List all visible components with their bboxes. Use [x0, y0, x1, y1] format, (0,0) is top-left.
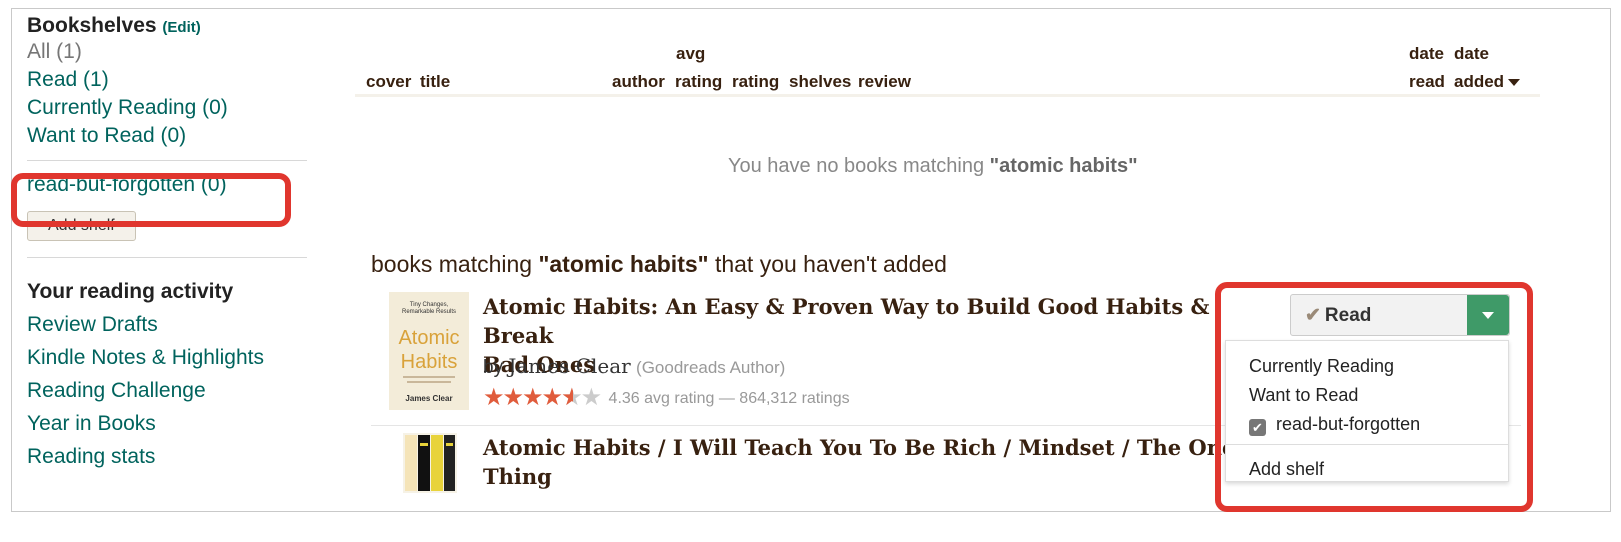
- highlight-box-dropdown: [1215, 282, 1533, 512]
- author-link[interactable]: James Clear: [508, 354, 630, 378]
- no-books-query: "atomic habits": [989, 155, 1138, 177]
- svg-text:Atomic: Atomic: [398, 327, 459, 349]
- shelf-read[interactable]: Read (1): [27, 66, 307, 94]
- col-shelves[interactable]: shelves: [789, 72, 851, 92]
- col-date-added-label: added: [1454, 72, 1505, 91]
- matching-heading: books matching "atomic habits" that you …: [371, 251, 947, 278]
- col-author[interactable]: author: [612, 72, 665, 92]
- bookshelves-heading: Bookshelves (Edit): [27, 14, 307, 38]
- book-rating: ★★★★★ ★ ★ 4.36 avg rating — 864,312 rating…: [483, 383, 850, 412]
- col-date-read-top[interactable]: date: [1409, 44, 1444, 64]
- by-label: by: [483, 357, 509, 378]
- book-title-line-1: Atomic Habits: An Easy & Proven Way to B…: [483, 294, 1210, 348]
- svg-text:Remarkable Results: Remarkable Results: [402, 309, 456, 315]
- table-header: cover title author avg rating rating she…: [355, 32, 1540, 97]
- kindle-notes-link[interactable]: Kindle Notes & Highlights: [27, 341, 307, 374]
- star-rating-icon: ★★★★★ ★ ★: [483, 384, 602, 411]
- book-title-link[interactable]: Atomic Habits / I Will Teach You To Be R…: [483, 433, 1283, 491]
- shelf-currently-reading[interactable]: Currently Reading (0): [27, 94, 307, 122]
- highlight-box-shelf: [11, 173, 291, 227]
- rating-text: 4.36 avg rating — 864,312 ratings: [608, 390, 850, 407]
- matching-suffix: that you haven't added: [708, 251, 947, 277]
- book-cover-bundle[interactable]: [403, 433, 457, 493]
- col-date-added[interactable]: added: [1454, 72, 1521, 92]
- col-review[interactable]: review: [858, 72, 911, 92]
- shelf-want-to-read[interactable]: Want to Read (0): [27, 122, 307, 150]
- book-author-line: by James Clear (Goodreads Author): [483, 354, 785, 379]
- col-avg[interactable]: avg: [676, 44, 705, 64]
- no-books-prefix: You have no books matching: [728, 155, 990, 177]
- sidebar-divider: [27, 160, 307, 161]
- matching-query: "atomic habits": [538, 251, 709, 277]
- goodreads-author-badge: (Goodreads Author): [636, 358, 786, 377]
- col-avg-rating[interactable]: rating: [675, 72, 722, 92]
- svg-text:James Clear: James Clear: [405, 394, 452, 403]
- col-date-read[interactable]: read: [1409, 72, 1445, 92]
- svg-text:Habits: Habits: [401, 351, 458, 373]
- col-date-added-top[interactable]: date: [1454, 44, 1489, 64]
- col-cover[interactable]: cover: [366, 72, 411, 92]
- review-drafts-link[interactable]: Review Drafts: [27, 308, 307, 341]
- matching-prefix: books matching: [371, 251, 539, 277]
- reading-activity-heading: Your reading activity: [27, 280, 234, 303]
- book-title-line-2: Thing: [483, 464, 552, 489]
- bookshelves-title: Bookshelves: [27, 14, 157, 37]
- book-title-line-1: Atomic Habits / I Will Teach You To Be R…: [483, 435, 1236, 460]
- col-title[interactable]: title: [420, 72, 450, 92]
- sort-desc-icon: [1508, 79, 1521, 87]
- book-cover-atomic-habits[interactable]: Tiny Changes, Remarkable Results Atomic …: [389, 292, 469, 410]
- year-in-books-link[interactable]: Year in Books: [27, 407, 307, 440]
- edit-shelves-link[interactable]: (Edit): [162, 19, 200, 36]
- no-books-message: You have no books matching "atomic habit…: [728, 155, 1138, 178]
- reading-stats-link[interactable]: Reading stats: [27, 440, 307, 473]
- shelf-all[interactable]: All (1): [27, 38, 307, 66]
- svg-text:Tiny Changes,: Tiny Changes,: [410, 302, 449, 308]
- reading-challenge-link[interactable]: Reading Challenge: [27, 374, 307, 407]
- col-rating[interactable]: rating: [732, 72, 779, 92]
- sidebar: Bookshelves (Edit) All (1) Read (1) Curr…: [27, 14, 307, 473]
- sidebar-divider: [27, 257, 307, 258]
